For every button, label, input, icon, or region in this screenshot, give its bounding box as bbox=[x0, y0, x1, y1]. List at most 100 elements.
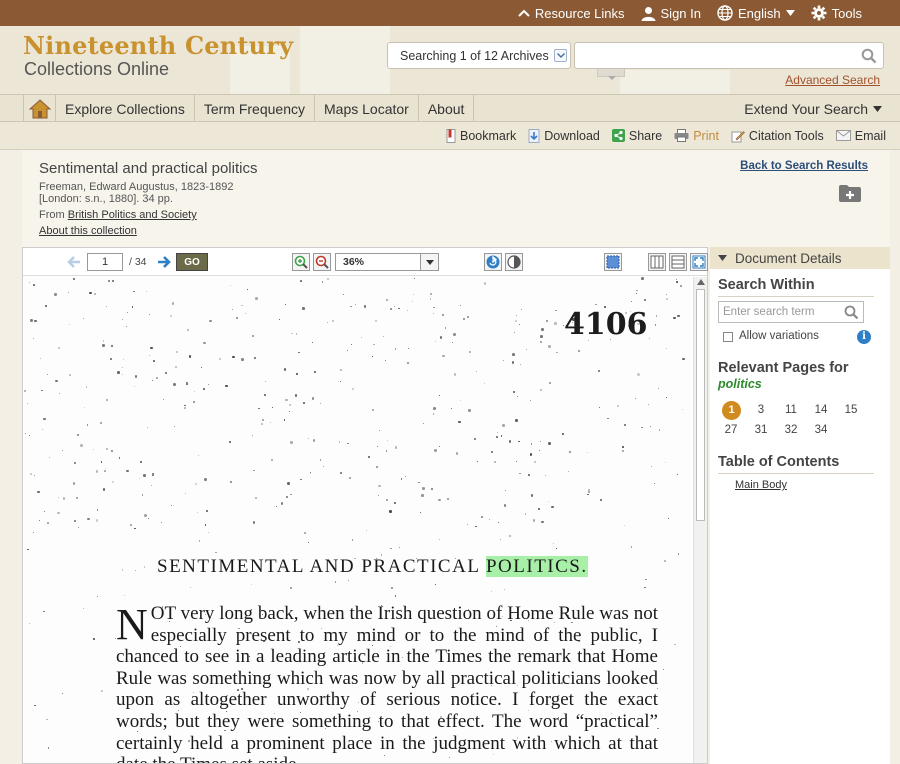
rotate-button[interactable] bbox=[484, 253, 502, 271]
select-area-button[interactable] bbox=[604, 253, 622, 271]
arrow-right-icon[interactable] bbox=[157, 256, 171, 268]
scrollbar-thumb[interactable] bbox=[696, 289, 705, 521]
nav-maps-locator[interactable]: Maps Locator bbox=[315, 95, 419, 122]
relevant-page-link[interactable]: 14 bbox=[810, 404, 832, 416]
share-icon bbox=[611, 129, 625, 142]
zoom-select[interactable]: 36% bbox=[335, 253, 439, 271]
add-folder-icon[interactable] bbox=[839, 184, 861, 202]
user-icon bbox=[641, 6, 656, 21]
viewer-scrollbar[interactable] bbox=[693, 277, 707, 763]
bookmark-label: Bookmark bbox=[459, 128, 517, 143]
back-to-results-link[interactable]: Back to Search Results bbox=[740, 160, 868, 172]
home-icon bbox=[28, 98, 51, 118]
caret-down-icon bbox=[608, 76, 616, 80]
fullscreen-button[interactable] bbox=[690, 253, 708, 271]
divider bbox=[718, 473, 874, 474]
advanced-search-link[interactable]: Advanced Search bbox=[785, 73, 880, 87]
page-body-text: N OT very long back, when the Irish quest… bbox=[116, 603, 658, 764]
download-button[interactable]: Download bbox=[528, 128, 600, 143]
top-links: Resource Links Sign In English Tools bbox=[518, 0, 862, 26]
about-collection-link[interactable]: About this collection bbox=[39, 225, 137, 237]
share-button[interactable]: Share bbox=[611, 128, 663, 143]
select-area-icon bbox=[606, 255, 620, 269]
main-search-input[interactable] bbox=[574, 42, 884, 69]
divider bbox=[718, 296, 874, 297]
nav-about[interactable]: About bbox=[419, 95, 475, 122]
toc-item-main-body[interactable]: Main Body bbox=[735, 479, 787, 491]
caret-down-icon bbox=[420, 254, 438, 270]
email-button[interactable]: Email bbox=[835, 128, 886, 143]
relevant-pages-heading: Relevant Pages for bbox=[718, 360, 849, 376]
bookmark-button[interactable]: Bookmark bbox=[446, 128, 517, 143]
fit-width-icon bbox=[650, 255, 664, 269]
nav-explore-collections[interactable]: Explore Collections bbox=[56, 95, 195, 122]
page-body-content: OT very long back, when the Irish questi… bbox=[116, 603, 658, 763]
source-from-label: From bbox=[39, 209, 65, 221]
relevant-page-link[interactable]: 3 bbox=[750, 404, 772, 416]
search-within-heading: Search Within bbox=[718, 277, 815, 293]
citation-tools-button[interactable]: Citation Tools bbox=[731, 129, 824, 143]
go-button[interactable]: GO bbox=[176, 253, 208, 271]
logo-subtitle[interactable]: Collections Online bbox=[24, 59, 169, 80]
rotate-icon bbox=[486, 255, 500, 269]
page-image[interactable]: 4106 SENTIMENTAL AND PRACTICAL POLITICS.… bbox=[24, 277, 692, 763]
page-total: / 34 bbox=[129, 256, 147, 268]
relevant-page-link[interactable]: 31 bbox=[750, 424, 772, 436]
caret-down-icon bbox=[718, 255, 727, 261]
collection-link[interactable]: British Politics and Society bbox=[68, 209, 197, 221]
site-header: Nineteenth Century Collections Online Se… bbox=[0, 26, 900, 94]
fit-height-button[interactable] bbox=[669, 253, 687, 271]
page-stamp-number: 4106 bbox=[564, 307, 648, 342]
gear-icon bbox=[811, 5, 827, 21]
print-button[interactable]: Print bbox=[674, 129, 719, 143]
document-tools: Bookmark Download Share Print Citation T… bbox=[446, 122, 886, 149]
language-selector[interactable]: English bbox=[717, 5, 795, 21]
search-within-placeholder: Enter search term bbox=[723, 306, 815, 318]
scroll-up-icon[interactable] bbox=[697, 279, 705, 285]
contrast-button[interactable] bbox=[505, 253, 523, 271]
logo-title[interactable]: Nineteenth Century bbox=[23, 31, 293, 60]
zoom-value: 36% bbox=[343, 256, 365, 268]
zoom-in-icon bbox=[294, 255, 308, 269]
zoom-out-button[interactable] bbox=[313, 253, 331, 271]
pencil-icon bbox=[731, 130, 745, 142]
relevant-page-link[interactable]: 15 bbox=[840, 404, 862, 416]
search-term-highlight: POLITICS. bbox=[485, 556, 588, 577]
fullscreen-icon bbox=[692, 255, 706, 269]
chevron-up-icon bbox=[518, 9, 530, 17]
arrow-left-icon[interactable] bbox=[67, 256, 81, 268]
search-icon[interactable] bbox=[861, 48, 877, 64]
sign-in-label: Sign In bbox=[660, 5, 701, 21]
resource-links-label: Resource Links bbox=[534, 5, 625, 21]
relevant-page-link[interactable]: 32 bbox=[780, 424, 802, 436]
main-nav: Explore Collections Term Frequency Maps … bbox=[0, 94, 900, 122]
search-within-input[interactable]: Enter search term bbox=[718, 301, 864, 323]
archive-selector[interactable]: Searching 1 of 12 Archives bbox=[387, 42, 571, 69]
search-icon[interactable] bbox=[844, 305, 859, 320]
caret-down-icon bbox=[873, 105, 882, 112]
sign-in-link[interactable]: Sign In bbox=[641, 6, 701, 21]
nav-term-frequency[interactable]: Term Frequency bbox=[195, 95, 315, 122]
resource-links-link[interactable]: Resource Links bbox=[518, 6, 625, 21]
search-options-tab[interactable] bbox=[597, 69, 625, 80]
extend-search-menu[interactable]: Extend Your Search bbox=[744, 95, 882, 122]
fit-width-button[interactable] bbox=[648, 253, 666, 271]
zoom-in-button[interactable] bbox=[292, 253, 310, 271]
relevant-page-link[interactable]: 11 bbox=[780, 404, 802, 416]
relevant-page-link[interactable]: 1 bbox=[722, 401, 741, 420]
info-icon[interactable]: i bbox=[857, 330, 871, 344]
relevant-term: politics bbox=[718, 377, 762, 391]
home-button[interactable] bbox=[23, 95, 56, 122]
allow-variations-checkbox[interactable] bbox=[723, 332, 733, 342]
top-bar: Resource Links Sign In English Tools bbox=[0, 0, 900, 26]
share-label: Share bbox=[628, 128, 663, 143]
zoom-out-icon bbox=[315, 255, 329, 269]
document-details-toggle[interactable]: Document Details bbox=[710, 247, 890, 269]
allow-variations-label: Allow variations bbox=[739, 330, 819, 342]
print-icon bbox=[674, 129, 689, 142]
tools-menu[interactable]: Tools bbox=[811, 5, 862, 21]
page-number-input[interactable]: 1 bbox=[87, 253, 123, 271]
relevant-page-link[interactable]: 27 bbox=[720, 424, 742, 436]
relevant-page-link[interactable]: 34 bbox=[810, 424, 832, 436]
email-label: Email bbox=[854, 128, 886, 143]
